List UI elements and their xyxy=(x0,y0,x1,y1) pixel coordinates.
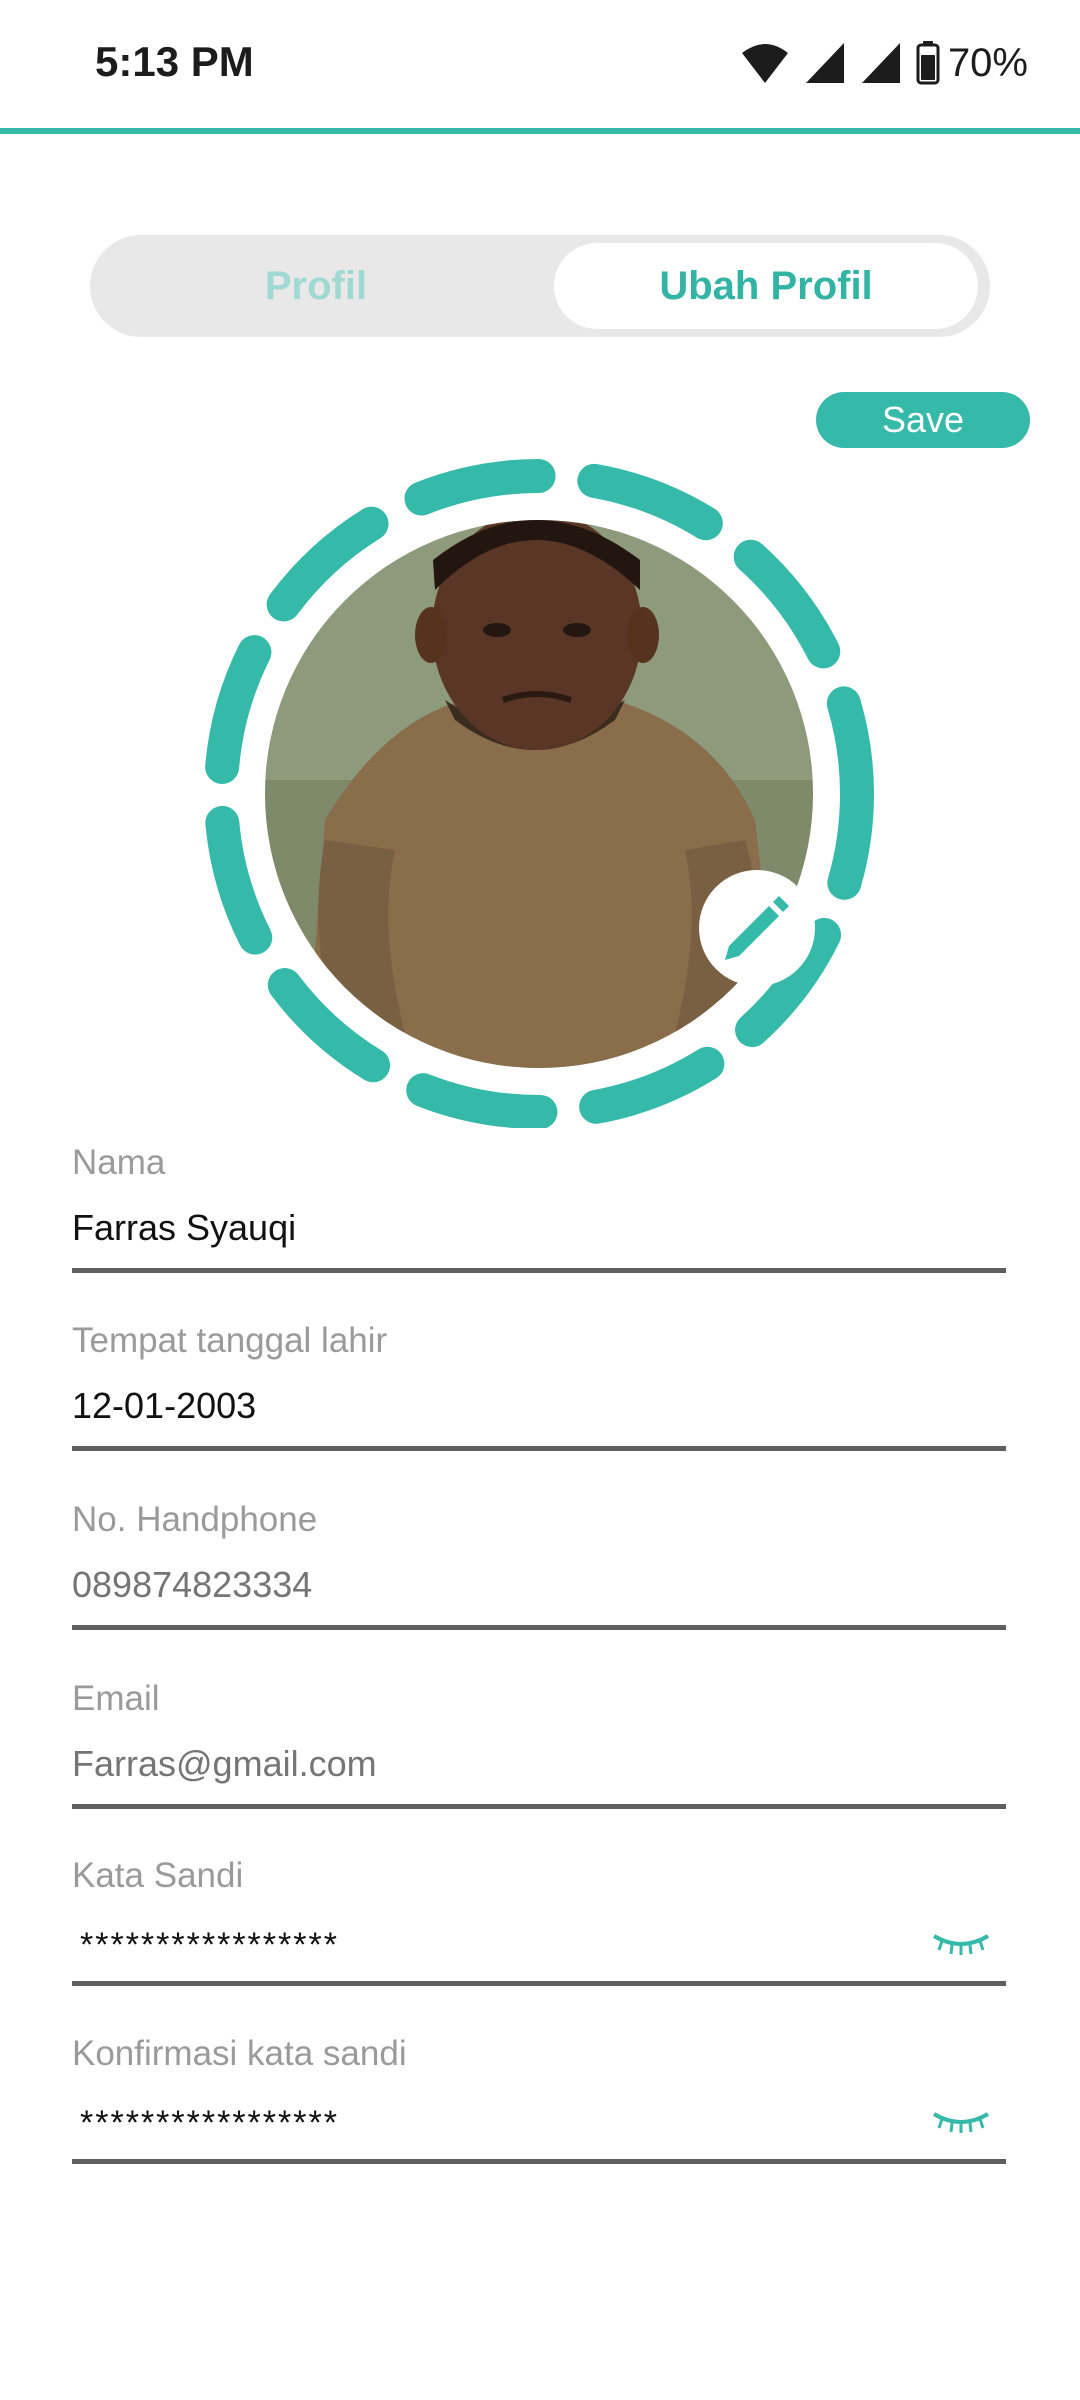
phone-input[interactable] xyxy=(72,1564,952,1606)
edit-profile-screen: 5:13 PM 70% Profil Ubah Profil Save Nama… xyxy=(0,0,1080,2400)
confirm-password-label: Konfirmasi kata sandi xyxy=(72,2034,407,2073)
email-field: Email xyxy=(72,1679,1006,1809)
wifi-icon xyxy=(740,41,790,85)
name-label: Nama xyxy=(72,1143,166,1182)
birth-field: Tempat tanggal lahir xyxy=(72,1321,1006,1451)
confirm-password-field: Konfirmasi kata sandi ***************** xyxy=(72,2034,1006,2164)
tab-ubah-profil[interactable]: Ubah Profil xyxy=(554,243,978,329)
cell-signal-icon xyxy=(804,41,846,85)
birth-label: Tempat tanggal lahir xyxy=(72,1321,388,1360)
avatar-photo[interactable] xyxy=(265,520,813,1068)
name-underline xyxy=(72,1268,1006,1273)
status-bar: 5:13 PM 70% xyxy=(0,0,1080,128)
password-label: Kata Sandi xyxy=(72,1856,244,1895)
birth-underline xyxy=(72,1446,1006,1451)
phone-label: No. Handphone xyxy=(72,1500,318,1539)
battery-percent: 70% xyxy=(947,40,1028,85)
profile-tab-switcher: Profil Ubah Profil xyxy=(90,235,990,337)
eye-closed-icon[interactable] xyxy=(930,1926,992,1966)
name-field: Nama xyxy=(72,1143,1006,1273)
confirm-password-input[interactable]: ***************** xyxy=(80,2104,960,2143)
header-divider xyxy=(0,128,1080,134)
phone-field: No. Handphone xyxy=(72,1500,1006,1630)
email-underline xyxy=(72,1804,1006,1809)
password-field: Kata Sandi ***************** xyxy=(72,1856,1006,1986)
password-underline xyxy=(72,1981,1006,1986)
name-input[interactable] xyxy=(72,1207,952,1249)
avatar-container xyxy=(205,458,875,1128)
email-label: Email xyxy=(72,1679,160,1718)
tab-profil[interactable]: Profil xyxy=(98,243,534,329)
status-time: 5:13 PM xyxy=(95,38,254,85)
edit-avatar-button[interactable] xyxy=(699,870,815,986)
birth-input[interactable] xyxy=(72,1385,952,1427)
password-input[interactable]: ***************** xyxy=(80,1926,960,1965)
eye-closed-icon[interactable] xyxy=(930,2104,992,2144)
confirm-password-underline xyxy=(72,2159,1006,2164)
pencil-icon xyxy=(719,888,795,969)
status-icons: 70% xyxy=(740,38,1028,88)
save-button[interactable]: Save xyxy=(816,392,1030,448)
cell-signal-icon xyxy=(860,41,902,85)
email-input[interactable] xyxy=(72,1743,952,1785)
battery-icon xyxy=(916,41,940,85)
phone-underline xyxy=(72,1625,1006,1630)
